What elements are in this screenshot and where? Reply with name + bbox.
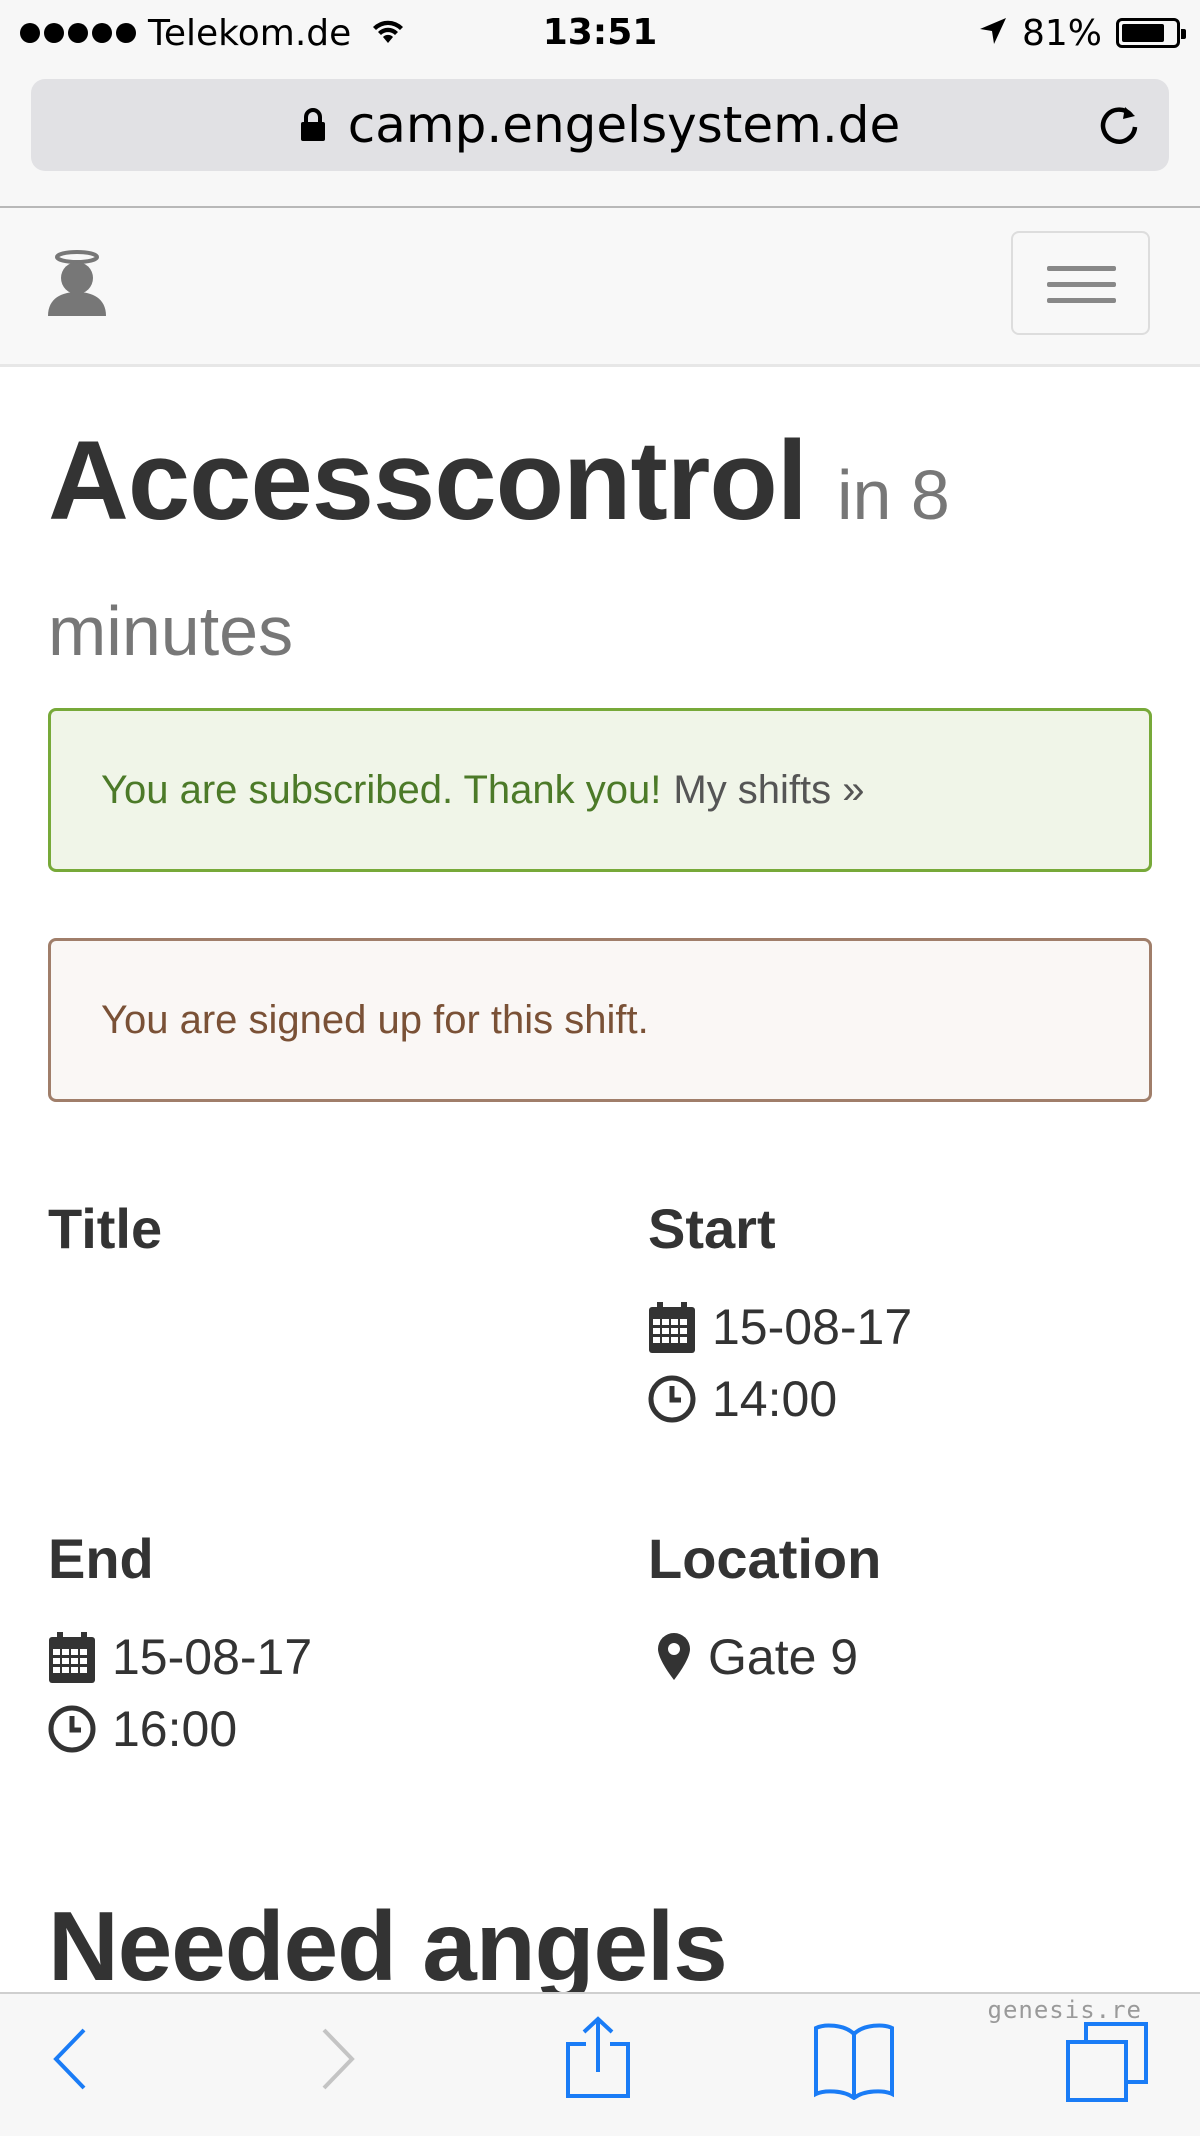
end-date: 15-08-17: [112, 1629, 313, 1685]
status-bar: Telekom.de 13:51 81%: [0, 0, 1200, 66]
clock-icon: [48, 1705, 96, 1753]
map-marker-icon: [658, 1633, 690, 1680]
forward-icon[interactable]: [318, 2024, 358, 2099]
calendar-icon: [649, 1302, 695, 1353]
status-bar-right: 81%: [978, 10, 1186, 56]
start-time-row: 14:00: [648, 1370, 837, 1428]
browser-address-area: camp.engelsystem.de: [0, 66, 1200, 208]
end-date-row: 15-08-17: [48, 1628, 312, 1686]
share-icon[interactable]: [564, 2016, 632, 2105]
calendar-icon: [49, 1632, 95, 1683]
signed-up-alert: You are signed up for this shift.: [48, 938, 1152, 1102]
back-icon[interactable]: [50, 2024, 90, 2099]
signed-up-alert-text: You are signed up for this shift.: [101, 997, 649, 1042]
battery-level: [1122, 24, 1165, 42]
url-text: camp.engelsystem.de: [347, 96, 901, 154]
end-time: 16:00: [112, 1701, 238, 1757]
watermark: genesis.re: [987, 1996, 1142, 2024]
location-value[interactable]: Gate 9: [708, 1628, 858, 1686]
start-date: 15-08-17: [712, 1299, 913, 1355]
clock-icon: [648, 1375, 696, 1423]
end-time-row: 16:00: [48, 1700, 237, 1758]
angel-logo-icon[interactable]: [44, 250, 110, 320]
location-arrow-icon: [978, 16, 1008, 50]
start-label: Start: [648, 1197, 776, 1260]
subscribed-alert-text: You are subscribed. Thank you!: [101, 767, 662, 812]
location-row: Gate 9: [656, 1628, 858, 1686]
subscribed-alert: You are subscribed. Thank you! My shifts…: [48, 708, 1152, 872]
navbar: [0, 208, 1200, 367]
hamburger-menu-icon[interactable]: [1011, 231, 1150, 335]
page-title: Accesscontrol in 8 minutes: [48, 420, 1148, 692]
my-shifts-link[interactable]: My shifts »: [673, 768, 864, 813]
battery-icon: [1116, 18, 1186, 48]
reload-icon[interactable]: [1095, 101, 1143, 149]
address-bar[interactable]: camp.engelsystem.de: [31, 79, 1169, 171]
bookmarks-icon[interactable]: [812, 2020, 896, 2105]
start-date-row: 15-08-17: [648, 1298, 912, 1356]
location-label: Location: [648, 1527, 882, 1590]
title-label: Title: [48, 1197, 163, 1260]
needed-angels-heading: Needed angels: [48, 1891, 728, 2001]
shift-name: Accesscontrol: [48, 418, 808, 543]
tabs-icon[interactable]: [1066, 2022, 1150, 2111]
battery-percent: 81%: [1021, 12, 1102, 54]
start-time: 14:00: [712, 1371, 838, 1427]
lock-icon: [300, 108, 326, 142]
end-label: End: [48, 1527, 154, 1590]
